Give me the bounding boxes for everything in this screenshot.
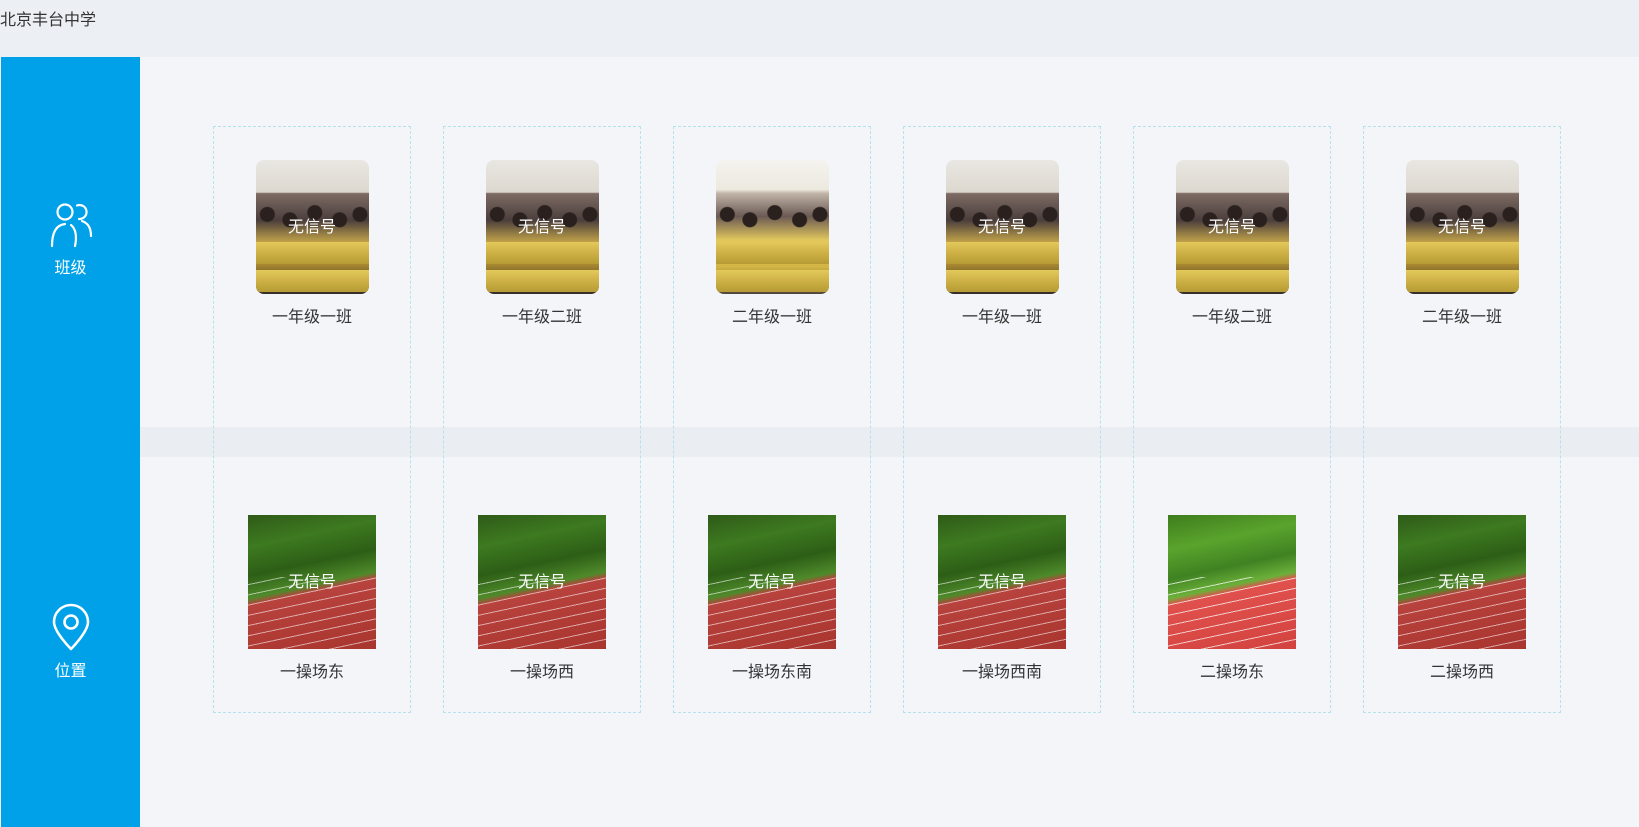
camera-column: 无信号 一年级一班 无信号 一操场东 bbox=[213, 126, 411, 713]
location-name: 一操场东 bbox=[279, 662, 344, 681]
no-signal-label: 无信号 bbox=[287, 217, 336, 236]
no-signal-label: 无信号 bbox=[287, 572, 336, 591]
location-thumbnail[interactable]: 无信号 bbox=[708, 515, 836, 649]
no-signal-label: 无信号 bbox=[1437, 217, 1486, 236]
no-signal-label: 无信号 bbox=[517, 217, 566, 236]
top-bar: 北京丰台中学 bbox=[0, 0, 1639, 57]
classroom-name: 二年级一班 bbox=[731, 307, 812, 326]
classroom-thumbnail[interactable]: 无信号 bbox=[1175, 160, 1289, 294]
classroom-thumbnail[interactable]: 无信号 bbox=[485, 160, 599, 294]
camera-column: 无信号 一年级二班 二操场东 bbox=[1133, 126, 1331, 713]
classroom-camera-card[interactable]: 无信号 一年级一班 bbox=[904, 160, 1100, 328]
classroom-camera-card[interactable]: 无信号 一年级二班 bbox=[1134, 160, 1330, 328]
location-name: 一操场西南 bbox=[961, 662, 1042, 681]
sidebar: 班级 位置 bbox=[1, 57, 140, 827]
classroom-camera-card[interactable]: 无信号 一年级一班 bbox=[214, 160, 410, 328]
school-name: 北京丰台中学 bbox=[0, 10, 97, 29]
location-camera-card[interactable]: 无信号 一操场东 bbox=[214, 515, 410, 683]
location-camera-card[interactable]: 无信号 一操场东南 bbox=[674, 515, 870, 683]
sidebar-item-label: 班级 bbox=[54, 258, 87, 277]
classroom-thumbnail[interactable] bbox=[715, 160, 829, 294]
location-thumbnail[interactable]: 无信号 bbox=[938, 515, 1066, 649]
no-signal-label: 无信号 bbox=[977, 217, 1026, 236]
camera-column: 无信号 一年级一班 无信号 一操场西南 bbox=[903, 126, 1101, 713]
location-name: 二操场西 bbox=[1429, 662, 1494, 681]
location-camera-card[interactable]: 二操场东 bbox=[1134, 515, 1330, 683]
classroom-name: 一年级二班 bbox=[1191, 307, 1272, 326]
classroom-name: 二年级一班 bbox=[1421, 307, 1502, 326]
users-icon bbox=[50, 203, 92, 248]
no-signal-label: 无信号 bbox=[747, 572, 796, 591]
no-signal-label: 无信号 bbox=[517, 572, 566, 591]
camera-column: 无信号 一年级二班 无信号 一操场西 bbox=[443, 126, 641, 713]
location-name: 一操场东南 bbox=[731, 662, 812, 681]
no-signal-label: 无信号 bbox=[977, 572, 1026, 591]
location-name: 二操场东 bbox=[1199, 662, 1264, 681]
classroom-camera-card[interactable]: 无信号 一年级二班 bbox=[444, 160, 640, 328]
location-pin-icon bbox=[52, 603, 89, 651]
camera-column: 二年级一班 无信号 一操场东南 bbox=[673, 126, 871, 713]
classroom-camera-card[interactable]: 无信号 二年级一班 bbox=[1364, 160, 1560, 328]
classroom-name: 一年级二班 bbox=[501, 307, 582, 326]
location-camera-card[interactable]: 无信号 一操场西 bbox=[444, 515, 640, 683]
classroom-name: 一年级一班 bbox=[961, 307, 1042, 326]
classroom-thumbnail[interactable]: 无信号 bbox=[945, 160, 1059, 294]
location-thumbnail[interactable]: 无信号 bbox=[248, 515, 376, 649]
location-thumbnail[interactable]: 无信号 bbox=[478, 515, 606, 649]
location-thumbnail[interactable]: 无信号 bbox=[1398, 515, 1526, 649]
location-thumbnail[interactable] bbox=[1168, 515, 1296, 649]
no-signal-label: 无信号 bbox=[1437, 572, 1486, 591]
location-name: 一操场西 bbox=[509, 662, 574, 681]
classroom-camera-card[interactable]: 二年级一班 bbox=[674, 160, 870, 328]
sidebar-item-class[interactable]: 班级 bbox=[1, 200, 140, 278]
classroom-thumbnail[interactable]: 无信号 bbox=[255, 160, 369, 294]
location-camera-card[interactable]: 无信号 一操场西南 bbox=[904, 515, 1100, 683]
classroom-name: 一年级一班 bbox=[271, 307, 352, 326]
camera-column: 无信号 二年级一班 无信号 二操场西 bbox=[1363, 126, 1561, 713]
sidebar-item-label: 位置 bbox=[54, 661, 87, 680]
sidebar-item-location[interactable]: 位置 bbox=[1, 603, 140, 681]
location-camera-card[interactable]: 无信号 二操场西 bbox=[1364, 515, 1560, 683]
classroom-thumbnail[interactable]: 无信号 bbox=[1405, 160, 1519, 294]
no-signal-label: 无信号 bbox=[1207, 217, 1256, 236]
